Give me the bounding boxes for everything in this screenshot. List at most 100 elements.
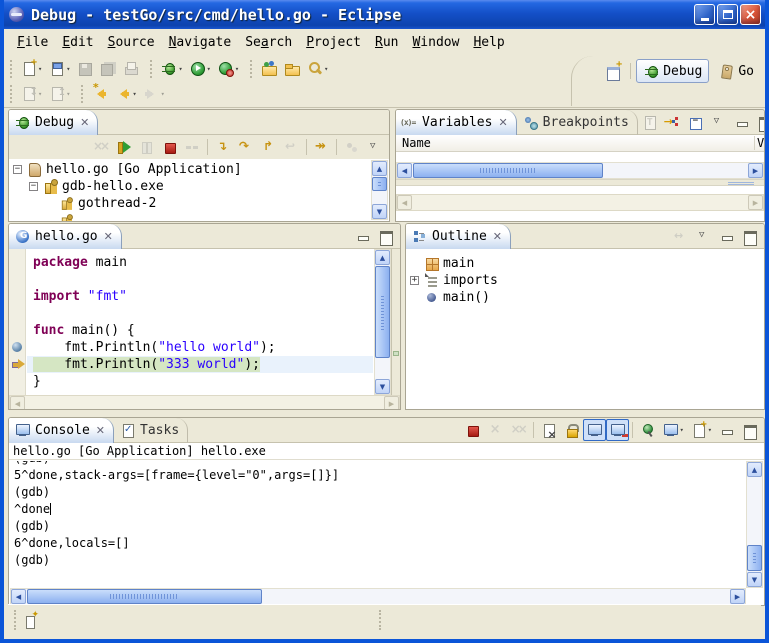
- variables-horizontal-scrollbar[interactable]: ◀ ▶: [396, 162, 764, 179]
- maximize-button[interactable]: [738, 419, 761, 441]
- debug-tree-vertical-scrollbar[interactable]: ▲ ▼: [371, 160, 388, 220]
- code-line[interactable]: import "fmt": [27, 288, 373, 305]
- scrollbar-thumb[interactable]: [372, 177, 387, 191]
- tab-hello-go[interactable]: hello.go✕: [9, 224, 122, 249]
- tree-item[interactable]: gothread-2: [13, 195, 389, 212]
- scroll-right-arrow[interactable]: ▶: [730, 589, 745, 604]
- last-edit-button[interactable]: *: [88, 83, 111, 105]
- code-line[interactable]: package main: [27, 254, 373, 271]
- scroll-down-arrow[interactable]: ▼: [747, 572, 762, 587]
- tree-item[interactable]: +imports: [410, 272, 764, 289]
- variables-detail-pane[interactable]: [396, 186, 764, 194]
- code-line[interactable]: [27, 305, 373, 322]
- show-stdout-button[interactable]: [583, 419, 606, 441]
- current-execution-line[interactable]: fmt.Println("333 world");: [27, 356, 373, 373]
- scroll-up-arrow[interactable]: ▲: [375, 250, 390, 265]
- step-over-button[interactable]: [234, 136, 257, 158]
- scrollbar-thumb[interactable]: [27, 589, 262, 604]
- dropdown-arrow-icon[interactable]: ▾: [235, 65, 239, 73]
- maximize-window-button[interactable]: [717, 4, 738, 25]
- step-return-button[interactable]: [257, 136, 280, 158]
- view-menu-button[interactable]: [692, 225, 715, 247]
- code-line[interactable]: func main() {: [27, 322, 373, 339]
- close-tab-icon[interactable]: ✕: [96, 424, 105, 437]
- menu-source[interactable]: Source: [101, 32, 162, 53]
- code-line[interactable]: [27, 271, 373, 288]
- tree-item[interactable]: −gdb-hello.exe: [13, 178, 389, 195]
- scroll-down-arrow[interactable]: ▼: [375, 379, 390, 394]
- minimize-button[interactable]: [730, 111, 753, 133]
- new-wizard-button[interactable]: ▾: [17, 58, 45, 80]
- tree-item-partial[interactable]: [13, 212, 389, 221]
- terminate-button[interactable]: [158, 136, 181, 158]
- fast-view-icon[interactable]: [22, 612, 39, 629]
- maximize-button[interactable]: [738, 225, 761, 247]
- dropdown-arrow-icon[interactable]: ▾: [324, 65, 328, 73]
- scroll-up-arrow[interactable]: ▲: [747, 462, 762, 477]
- close-tab-icon[interactable]: ✕: [493, 230, 502, 243]
- scroll-left-arrow[interactable]: ◀: [397, 163, 412, 178]
- collapse-icon[interactable]: −: [13, 165, 22, 174]
- menu-navigate[interactable]: Navigate: [162, 32, 239, 53]
- minimize-button[interactable]: [715, 225, 738, 247]
- menu-edit[interactable]: Edit: [55, 32, 100, 53]
- scroll-down-arrow[interactable]: ▼: [372, 204, 387, 219]
- search-button[interactable]: ▾: [303, 58, 331, 80]
- tab-tasks[interactable]: Tasks: [114, 418, 188, 443]
- dropdown-arrow-icon[interactable]: ▾: [38, 65, 42, 73]
- scroll-left-arrow[interactable]: ◀: [11, 589, 26, 604]
- view-menu-button[interactable]: [707, 111, 730, 133]
- open-perspective-button[interactable]: [602, 60, 625, 82]
- tree-item[interactable]: main: [410, 255, 764, 272]
- console-horizontal-scrollbar[interactable]: ◀ ▶: [10, 588, 746, 605]
- menu-project[interactable]: Project: [299, 32, 368, 53]
- back-button[interactable]: ▾: [111, 83, 139, 105]
- perspective-debug[interactable]: Debug: [636, 59, 709, 83]
- run-button[interactable]: ▾: [186, 58, 214, 80]
- editor-annotation-gutter[interactable]: [9, 249, 26, 395]
- menu-window[interactable]: Window: [405, 32, 466, 53]
- dropdown-arrow-icon[interactable]: ▾: [680, 426, 684, 434]
- dropdown-arrow-icon[interactable]: ▾: [178, 65, 182, 73]
- dropdown-arrow-icon[interactable]: ▾: [66, 65, 70, 73]
- code-area[interactable]: package main import "fmt" func main() { fm…: [27, 249, 373, 395]
- resume-button[interactable]: [112, 136, 135, 158]
- step-into-button[interactable]: [211, 136, 234, 158]
- close-tab-icon[interactable]: ✕: [80, 116, 89, 129]
- close-window-button[interactable]: ×: [740, 4, 761, 25]
- dropdown-arrow-icon[interactable]: ▾: [207, 65, 211, 73]
- scrollbar-thumb[interactable]: [375, 266, 390, 358]
- tab-debug[interactable]: Debug✕: [9, 110, 98, 135]
- code-line[interactable]: }: [27, 373, 373, 390]
- name-column-header[interactable]: Name: [396, 136, 754, 150]
- scroll-right-arrow[interactable]: ▶: [748, 163, 763, 178]
- new-view-wizard-button[interactable]: ▾: [45, 58, 73, 80]
- console-vertical-scrollbar[interactable]: ▲ ▼: [746, 461, 763, 588]
- dropdown-arrow-icon[interactable]: ▾: [708, 426, 712, 434]
- open-task-button[interactable]: [257, 58, 280, 80]
- menu-help[interactable]: Help: [466, 32, 511, 53]
- scroll-lock-button[interactable]: [560, 419, 583, 441]
- external-tools-button[interactable]: ▾: [214, 58, 242, 80]
- maximize-button[interactable]: [374, 225, 397, 247]
- tab-console[interactable]: Console✕: [9, 418, 114, 443]
- tree-item[interactable]: −hello.go [Go Application]: [13, 161, 389, 178]
- tab-outline[interactable]: Outline✕: [406, 224, 511, 249]
- debug-button[interactable]: ▾: [157, 58, 185, 80]
- step-filters-button[interactable]: [310, 136, 333, 158]
- open-folder-button[interactable]: [280, 58, 303, 80]
- console-output[interactable]: (gdb) 5^done,stack-args=[frame={level="0…: [10, 461, 746, 588]
- open-console-button[interactable]: ▾: [687, 419, 715, 441]
- scrollbar-thumb[interactable]: [413, 163, 603, 178]
- variables-detail-sash[interactable]: [396, 179, 764, 186]
- collapse-icon[interactable]: −: [29, 182, 38, 191]
- breakpoint-icon[interactable]: [12, 342, 22, 352]
- terminate-button[interactable]: [461, 419, 484, 441]
- collapse-all-button[interactable]: [684, 111, 707, 133]
- minimize-window-button[interactable]: [694, 4, 715, 25]
- menu-file[interactable]: File: [10, 32, 55, 53]
- expand-icon[interactable]: +: [410, 276, 419, 285]
- tab-variables[interactable]: Variables✕: [396, 110, 517, 135]
- perspective-go[interactable]: Go: [711, 59, 761, 83]
- close-tab-icon[interactable]: ✕: [498, 116, 507, 129]
